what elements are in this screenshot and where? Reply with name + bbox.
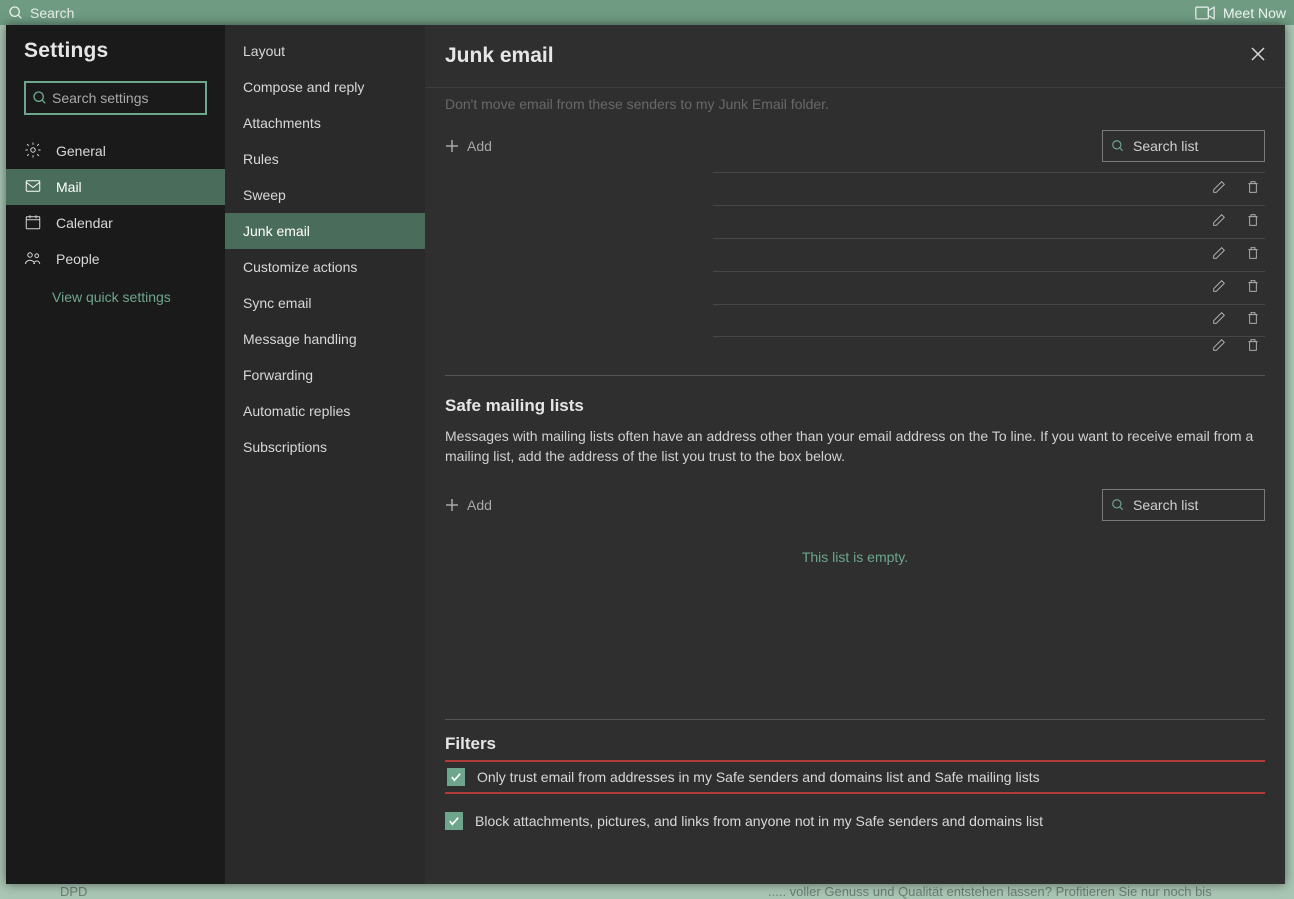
sidebar-item-mail[interactable]: Mail xyxy=(6,169,225,205)
submenu-item-junk-email[interactable]: Junk email xyxy=(225,213,425,249)
search-safe-senders[interactable]: Search list xyxy=(1102,130,1265,162)
meet-icon xyxy=(1195,6,1215,20)
search-safe-lists[interactable]: Search list xyxy=(1102,489,1265,521)
filter-label: Block attachments, pictures, and links f… xyxy=(475,813,1043,829)
search-icon xyxy=(1111,498,1125,512)
close-button[interactable] xyxy=(1251,47,1265,66)
edit-sender-button[interactable] xyxy=(1211,245,1227,266)
safe-senders-description: Don't move email from these senders to m… xyxy=(445,88,1265,124)
filter-label: Only trust email from addresses in my Sa… xyxy=(477,769,1040,785)
submenu-item-sync-email[interactable]: Sync email xyxy=(225,285,425,321)
safe-sender-row xyxy=(713,238,1265,271)
background-row-left: DPD xyxy=(60,884,87,899)
submenu-item-attachments[interactable]: Attachments xyxy=(225,105,425,141)
add-safe-list-button[interactable]: Add xyxy=(445,497,492,513)
plus-icon xyxy=(445,139,459,153)
settings-search-input[interactable] xyxy=(52,90,233,106)
sidebar-item-label: Calendar xyxy=(56,215,113,231)
edit-sender-button[interactable] xyxy=(1211,310,1227,331)
check-icon xyxy=(448,816,460,826)
pencil-icon xyxy=(1211,212,1227,228)
delete-sender-button[interactable] xyxy=(1245,337,1261,353)
settings-search[interactable] xyxy=(24,81,207,115)
global-search-placeholder: Search xyxy=(30,5,74,21)
close-icon xyxy=(1251,47,1265,61)
checkbox-checked[interactable] xyxy=(445,812,463,830)
settings-content: Junk email Don't move email from these s… xyxy=(425,25,1285,884)
filter-block-unsafe[interactable]: Block attachments, pictures, and links f… xyxy=(445,808,1265,834)
delete-sender-button[interactable] xyxy=(1245,245,1261,266)
sidebar-item-label: People xyxy=(56,251,100,267)
search-icon xyxy=(8,5,24,21)
submenu-item-sweep[interactable]: Sweep xyxy=(225,177,425,213)
delete-sender-button[interactable] xyxy=(1245,278,1261,299)
sidebar-item-label: General xyxy=(56,143,106,159)
gear-icon xyxy=(24,141,42,162)
safe-mailing-lists-description: Messages with mailing lists often have a… xyxy=(445,426,1265,483)
add-label: Add xyxy=(467,138,492,154)
calendar-icon xyxy=(24,213,42,234)
pencil-icon xyxy=(1211,278,1227,294)
sidebar-item-calendar[interactable]: Calendar xyxy=(6,205,225,241)
submenu-item-customize-actions[interactable]: Customize actions xyxy=(225,249,425,285)
trash-icon xyxy=(1245,337,1261,353)
safe-sender-row xyxy=(713,304,1265,337)
search-list-placeholder: Search list xyxy=(1133,138,1198,154)
delete-sender-button[interactable] xyxy=(1245,310,1261,331)
edit-sender-button[interactable] xyxy=(1211,179,1227,200)
view-quick-settings-link[interactable]: View quick settings xyxy=(6,277,225,305)
trash-icon xyxy=(1245,278,1261,294)
filters-heading: Filters xyxy=(445,734,1265,760)
pencil-icon xyxy=(1211,179,1227,195)
divider xyxy=(445,719,1265,720)
search-icon xyxy=(1111,139,1125,153)
trash-icon xyxy=(1245,310,1261,326)
settings-sidebar-primary: Settings General Mail Calendar People View … xyxy=(6,25,225,884)
pencil-icon xyxy=(1211,337,1227,353)
edit-sender-button[interactable] xyxy=(1211,337,1227,353)
safe-sender-row xyxy=(713,271,1265,304)
submenu-item-subscriptions[interactable]: Subscriptions xyxy=(225,429,425,465)
mail-icon xyxy=(24,177,42,198)
settings-sidebar-secondary: LayoutCompose and replyAttachmentsRulesS… xyxy=(225,25,425,884)
app-topbar: Search Meet Now xyxy=(0,0,1294,25)
delete-sender-button[interactable] xyxy=(1245,179,1261,200)
meet-now-button[interactable]: Meet Now xyxy=(1223,5,1286,21)
trash-icon xyxy=(1245,212,1261,228)
safe-lists-empty-message: This list is empty. xyxy=(445,531,1265,565)
trash-icon xyxy=(1245,179,1261,195)
pencil-icon xyxy=(1211,245,1227,261)
plus-icon xyxy=(445,498,459,512)
add-label: Add xyxy=(467,497,492,513)
safe-sender-row xyxy=(713,205,1265,238)
delete-sender-button[interactable] xyxy=(1245,212,1261,233)
global-search[interactable]: Search xyxy=(8,5,483,21)
people-icon xyxy=(24,249,42,270)
pencil-icon xyxy=(1211,310,1227,326)
settings-dialog: Settings General Mail Calendar People View … xyxy=(6,25,1285,884)
search-list-placeholder: Search list xyxy=(1133,497,1198,513)
submenu-item-automatic-replies[interactable]: Automatic replies xyxy=(225,393,425,429)
background-row-right: ..... voller Genuss und Qualität entsteh… xyxy=(768,884,1294,899)
sidebar-item-general[interactable]: General xyxy=(6,133,225,169)
settings-title: Settings xyxy=(6,39,225,81)
sidebar-item-label: Mail xyxy=(56,179,82,195)
submenu-item-compose-and-reply[interactable]: Compose and reply xyxy=(225,69,425,105)
trash-icon xyxy=(1245,245,1261,261)
check-icon xyxy=(450,772,462,782)
submenu-item-rules[interactable]: Rules xyxy=(225,141,425,177)
search-icon xyxy=(32,90,48,106)
submenu-item-forwarding[interactable]: Forwarding xyxy=(225,357,425,393)
safe-mailing-lists-heading: Safe mailing lists xyxy=(445,376,1265,426)
checkbox-checked[interactable] xyxy=(447,768,465,786)
edit-sender-button[interactable] xyxy=(1211,212,1227,233)
add-safe-sender-button[interactable]: Add xyxy=(445,138,492,154)
sidebar-item-people[interactable]: People xyxy=(6,241,225,277)
submenu-item-layout[interactable]: Layout xyxy=(225,33,425,69)
edit-sender-button[interactable] xyxy=(1211,278,1227,299)
safe-sender-row xyxy=(713,172,1265,205)
filter-only-trust-safe[interactable]: Only trust email from addresses in my Sa… xyxy=(445,760,1265,794)
page-title: Junk email xyxy=(445,44,554,68)
submenu-item-message-handling[interactable]: Message handling xyxy=(225,321,425,357)
